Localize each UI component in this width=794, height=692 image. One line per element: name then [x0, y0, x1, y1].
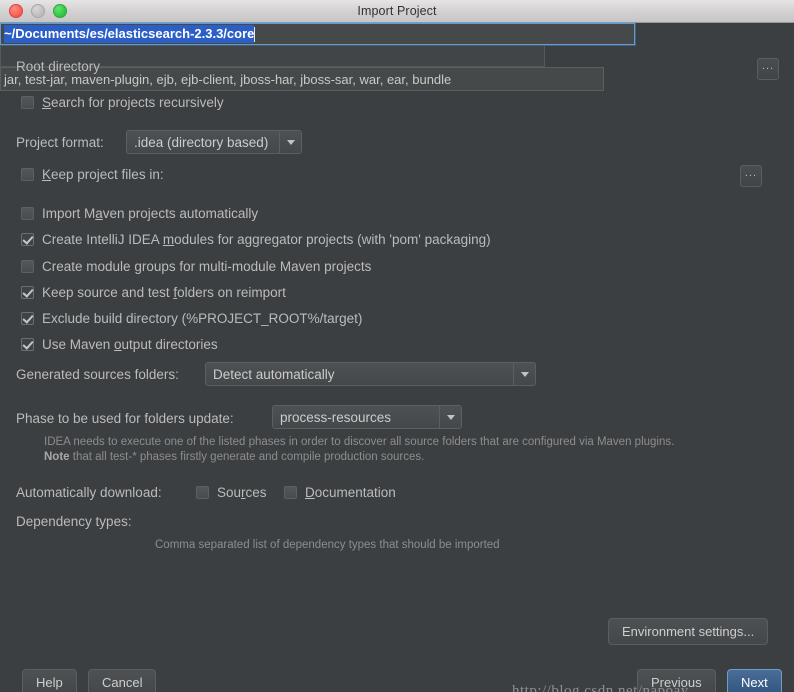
phase-hint-line2: Note that all test-* phases firstly gene…	[44, 451, 425, 463]
keep-source-test-folders-row[interactable]: Keep source and test folders on reimport	[21, 285, 286, 300]
dependency-types-label-row: Dependency types:	[16, 514, 132, 529]
project-format-label-row: Project format:	[16, 135, 104, 150]
project-format-value: .idea (directory based)	[127, 131, 279, 153]
next-button[interactable]: Next	[727, 669, 782, 692]
project-format-label: Project format:	[16, 135, 104, 150]
exclude-build-directory-label: Exclude build directory (%PROJECT_ROOT%/…	[42, 311, 363, 326]
generated-sources-combobox[interactable]: Detect automatically	[205, 362, 536, 386]
dependency-types-label: Dependency types:	[16, 514, 132, 529]
chevron-down-icon[interactable]	[439, 406, 461, 428]
keep-project-files-checkbox-row[interactable]: Keep project files in:	[21, 167, 164, 182]
phase-label: Phase to be used for folders update:	[16, 411, 234, 426]
root-directory-browse-button[interactable]: ...	[757, 58, 779, 80]
phase-hint-note-label: Note	[44, 451, 70, 463]
exclude-build-directory-checkbox[interactable]	[21, 312, 34, 325]
download-documentation-checkbox[interactable]	[284, 486, 297, 499]
project-format-combobox[interactable]: .idea (directory based)	[126, 130, 302, 154]
keep-source-test-folders-label: Keep source and test folders on reimport	[42, 285, 286, 300]
download-sources-row[interactable]: Sources	[196, 485, 267, 500]
window-title: Import Project	[357, 4, 437, 18]
download-documentation-row[interactable]: Documentation	[284, 485, 396, 500]
create-modules-aggregator-label: Create IntelliJ IDEA modules for aggrega…	[42, 232, 491, 247]
zoom-button[interactable]	[53, 4, 67, 18]
search-recursively-checkbox-row[interactable]: Search for projects recursively	[21, 95, 224, 110]
search-recursively-checkbox[interactable]	[21, 96, 34, 109]
phase-label-row: Phase to be used for folders update:	[16, 411, 234, 426]
chevron-down-icon[interactable]	[513, 363, 535, 385]
download-documentation-label: Documentation	[305, 485, 396, 500]
window-controls	[9, 0, 67, 22]
mnemonic-char: S	[42, 95, 52, 110]
phase-value: process-resources	[273, 406, 439, 428]
create-module-groups-label: Create module groups for multi-module Ma…	[42, 259, 372, 274]
minimize-button[interactable]	[31, 4, 45, 18]
keep-source-test-folders-checkbox[interactable]	[21, 286, 34, 299]
auto-download-label: Automatically download:	[16, 485, 162, 500]
root-directory-input[interactable]: ~/Documents/es/elasticsearch-2.3.3/core	[0, 23, 635, 45]
mnemonic-char: K	[42, 167, 52, 182]
auto-download-label-row: Automatically download:	[16, 485, 162, 500]
create-module-groups-row[interactable]: Create module groups for multi-module Ma…	[21, 259, 371, 274]
use-maven-output-directories-label: Use Maven output directories	[42, 337, 218, 352]
root-directory-label: Root directory	[16, 59, 101, 74]
import-maven-automatically-row[interactable]: Import Maven projects automatically	[21, 206, 258, 221]
download-sources-checkbox[interactable]	[196, 486, 209, 499]
keep-project-files-label: Keep project files in:	[42, 167, 164, 182]
dialog-body: Root directory ~/Documents/es/elasticsea…	[0, 23, 794, 692]
environment-settings-button[interactable]: Environment settings...	[608, 618, 769, 645]
download-sources-label: Sources	[217, 485, 267, 500]
root-directory-value: ~/Documents/es/elasticsearch-2.3.3/core	[4, 25, 255, 43]
keep-project-files-browse-button[interactable]: ...	[740, 165, 762, 187]
import-project-dialog: Import Project Root directory ~/Document…	[0, 0, 794, 692]
generated-sources-value: Detect automatically	[206, 363, 513, 385]
close-button[interactable]	[9, 4, 23, 18]
help-button[interactable]: Help	[22, 669, 77, 692]
exclude-build-directory-row[interactable]: Exclude build directory (%PROJECT_ROOT%/…	[21, 311, 362, 326]
phase-combobox[interactable]: process-resources	[272, 405, 462, 429]
import-maven-automatically-checkbox[interactable]	[21, 207, 34, 220]
use-maven-output-directories-row[interactable]: Use Maven output directories	[21, 337, 218, 352]
phase-hint-line1: IDEA needs to execute one of the listed …	[44, 436, 675, 448]
generated-sources-label-row: Generated sources folders:	[16, 367, 179, 382]
root-directory-row: Root directory	[16, 59, 100, 74]
create-modules-aggregator-checkbox[interactable]	[21, 233, 34, 246]
create-module-groups-checkbox[interactable]	[21, 260, 34, 273]
text-caret	[254, 26, 256, 42]
phase-hint-text: IDEA needs to execute one of the listed …	[44, 435, 774, 465]
import-maven-automatically-label: Import Maven projects automatically	[42, 206, 259, 221]
use-maven-output-directories-checkbox[interactable]	[21, 338, 34, 351]
keep-project-files-checkbox[interactable]	[21, 168, 34, 181]
dependency-types-hint: Comma separated list of dependency types…	[155, 539, 500, 551]
search-recursively-label: Search for projects recursively	[42, 95, 224, 110]
watermark-text: http://blog.csdn.net/napoay	[512, 683, 689, 692]
create-modules-aggregator-row[interactable]: Create IntelliJ IDEA modules for aggrega…	[21, 232, 491, 247]
title-bar: Import Project	[0, 0, 794, 23]
chevron-down-icon[interactable]	[279, 131, 301, 153]
generated-sources-label: Generated sources folders:	[16, 367, 179, 382]
cancel-button[interactable]: Cancel	[88, 669, 157, 692]
